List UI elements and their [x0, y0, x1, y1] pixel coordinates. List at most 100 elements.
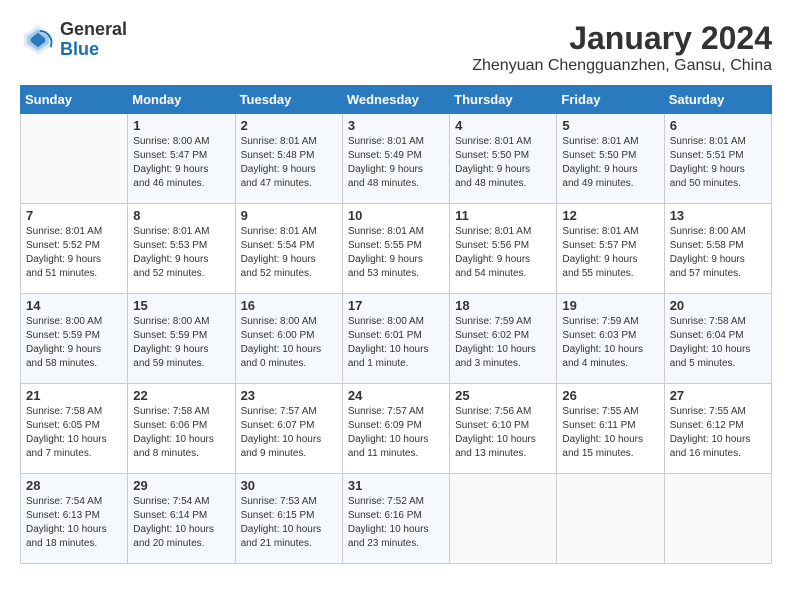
day-detail: Sunrise: 8:01 AMSunset: 5:53 PMDaylight:…	[133, 225, 229, 281]
day-detail: Sunrise: 8:01 AMSunset: 5:50 PMDaylight:…	[455, 135, 551, 191]
day-number: 12	[562, 208, 658, 223]
day-number: 28	[26, 478, 122, 493]
day-number: 4	[455, 118, 551, 133]
calendar-cell: 29Sunrise: 7:54 AMSunset: 6:14 PMDayligh…	[128, 474, 235, 564]
calendar-cell: 25Sunrise: 7:56 AMSunset: 6:10 PMDayligh…	[450, 384, 557, 474]
calendar-week-row: 7Sunrise: 8:01 AMSunset: 5:52 PMDaylight…	[21, 204, 772, 294]
calendar-cell	[557, 474, 664, 564]
calendar-cell: 16 Sunrise: 8:00 AMSunset: 6:00 PMDayligh…	[235, 294, 342, 384]
day-number: 19	[562, 298, 658, 313]
day-number: 18	[455, 298, 551, 313]
day-detail: Sunrise: 7:59 AMSunset: 6:03 PMDaylight:…	[562, 315, 658, 371]
day-detail: Sunrise: 7:59 AMSunset: 6:02 PMDaylight:…	[455, 315, 551, 371]
day-detail: Sunrise: 7:56 AMSunset: 6:10 PMDaylight:…	[455, 405, 551, 461]
day-detail: Sunrise: 7:58 AMSunset: 6:06 PMDaylight:…	[133, 405, 229, 461]
location-subtitle: Zhenyuan Chengguanzhen, Gansu, China	[472, 57, 772, 75]
calendar-cell: 30Sunrise: 7:53 AMSunset: 6:15 PMDayligh…	[235, 474, 342, 564]
logo-text: General Blue	[60, 20, 127, 60]
weekday-header: Sunday	[21, 86, 128, 114]
day-detail: Sunrise: 8:01 AMSunset: 5:50 PMDaylight:…	[562, 135, 658, 191]
day-number: 13	[670, 208, 766, 223]
logo-blue-text: Blue	[60, 39, 99, 59]
day-detail: Sunrise: 7:57 AMSunset: 6:07 PMDaylight:…	[241, 405, 337, 461]
day-number: 11	[455, 208, 551, 223]
weekday-header: Thursday	[450, 86, 557, 114]
calendar-week-row: 28 Sunrise: 7:54 AMSunset: 6:13 PMDayligh…	[21, 474, 772, 564]
calendar-cell: 23 Sunrise: 7:57 AMSunset: 6:07 PMDayligh…	[235, 384, 342, 474]
calendar-cell: 19 Sunrise: 7:59 AMSunset: 6:03 PMDayligh…	[557, 294, 664, 384]
day-number: 2	[241, 118, 337, 133]
calendar-cell: 14 Sunrise: 8:00 AMSunset: 5:59 PMDayligh…	[21, 294, 128, 384]
day-detail: Sunrise: 8:01 AMSunset: 5:52 PMDaylight:…	[26, 225, 122, 281]
calendar-cell	[21, 114, 128, 204]
calendar-cell: 27 Sunrise: 7:55 AMSunset: 6:12 PMDayligh…	[664, 384, 771, 474]
day-number: 6	[670, 118, 766, 133]
calendar-week-row: 21 Sunrise: 7:58 AMSunset: 6:05 PMDayligh…	[21, 384, 772, 474]
day-detail: Sunrise: 8:01 AMSunset: 5:54 PMDaylight:…	[241, 225, 337, 281]
day-number: 1	[133, 118, 229, 133]
calendar-cell: 31Sunrise: 7:52 AMSunset: 6:16 PMDayligh…	[342, 474, 449, 564]
weekday-header: Tuesday	[235, 86, 342, 114]
day-number: 9	[241, 208, 337, 223]
calendar-cell: 15 Sunrise: 8:00 AMSunset: 5:59 PMDayligh…	[128, 294, 235, 384]
calendar-cell	[664, 474, 771, 564]
day-number: 21	[26, 388, 122, 403]
day-detail: Sunrise: 8:00 AMSunset: 6:01 PMDaylight:…	[348, 315, 444, 371]
day-number: 15	[133, 298, 229, 313]
day-detail: Sunrise: 8:00 AMSunset: 6:00 PMDaylight:…	[241, 315, 337, 371]
day-detail: Sunrise: 7:54 AMSunset: 6:14 PMDaylight:…	[133, 495, 229, 551]
day-detail: Sunrise: 7:58 AMSunset: 6:04 PMDaylight:…	[670, 315, 766, 371]
weekday-header: Saturday	[664, 86, 771, 114]
calendar-cell: 9 Sunrise: 8:01 AMSunset: 5:54 PMDaylight…	[235, 204, 342, 294]
calendar-cell: 17 Sunrise: 8:00 AMSunset: 6:01 PMDayligh…	[342, 294, 449, 384]
calendar-cell: 13 Sunrise: 8:00 AMSunset: 5:58 PMDayligh…	[664, 204, 771, 294]
logo-icon	[20, 22, 56, 58]
day-number: 30	[241, 478, 337, 493]
day-number: 27	[670, 388, 766, 403]
calendar-cell: 20Sunrise: 7:58 AMSunset: 6:04 PMDayligh…	[664, 294, 771, 384]
calendar-cell: 1Sunrise: 8:00 AMSunset: 5:47 PMDaylight…	[128, 114, 235, 204]
calendar-cell: 4 Sunrise: 8:01 AMSunset: 5:50 PMDaylight…	[450, 114, 557, 204]
day-detail: Sunrise: 8:01 AMSunset: 5:48 PMDaylight:…	[241, 135, 337, 191]
weekday-header: Friday	[557, 86, 664, 114]
calendar-cell: 22 Sunrise: 7:58 AMSunset: 6:06 PMDayligh…	[128, 384, 235, 474]
calendar-table: SundayMondayTuesdayWednesdayThursdayFrid…	[20, 85, 772, 564]
day-number: 14	[26, 298, 122, 313]
day-detail: Sunrise: 8:01 AMSunset: 5:56 PMDaylight:…	[455, 225, 551, 281]
calendar-cell: 3Sunrise: 8:01 AMSunset: 5:49 PMDaylight…	[342, 114, 449, 204]
day-detail: Sunrise: 8:00 AMSunset: 5:59 PMDaylight:…	[133, 315, 229, 371]
calendar-week-row: 1Sunrise: 8:00 AMSunset: 5:47 PMDaylight…	[21, 114, 772, 204]
day-detail: Sunrise: 8:00 AMSunset: 5:59 PMDaylight:…	[26, 315, 122, 371]
day-detail: Sunrise: 8:00 AMSunset: 5:58 PMDaylight:…	[670, 225, 766, 281]
day-number: 16	[241, 298, 337, 313]
weekday-header: Wednesday	[342, 86, 449, 114]
day-detail: Sunrise: 7:58 AMSunset: 6:05 PMDaylight:…	[26, 405, 122, 461]
calendar-cell: 11 Sunrise: 8:01 AMSunset: 5:56 PMDayligh…	[450, 204, 557, 294]
day-number: 22	[133, 388, 229, 403]
calendar-cell: 5Sunrise: 8:01 AMSunset: 5:50 PMDaylight…	[557, 114, 664, 204]
day-number: 24	[348, 388, 444, 403]
calendar-cell: 7Sunrise: 8:01 AMSunset: 5:52 PMDaylight…	[21, 204, 128, 294]
day-detail: Sunrise: 7:55 AMSunset: 6:12 PMDaylight:…	[670, 405, 766, 461]
day-number: 10	[348, 208, 444, 223]
month-title: January 2024	[472, 20, 772, 57]
day-detail: Sunrise: 7:54 AMSunset: 6:13 PMDaylight:…	[26, 495, 122, 551]
calendar-cell: 10 Sunrise: 8:01 AMSunset: 5:55 PMDayligh…	[342, 204, 449, 294]
calendar-cell: 26Sunrise: 7:55 AMSunset: 6:11 PMDayligh…	[557, 384, 664, 474]
page-header: General Blue January 2024 Zhenyuan Cheng…	[20, 20, 772, 75]
day-detail: Sunrise: 8:01 AMSunset: 5:51 PMDaylight:…	[670, 135, 766, 191]
calendar-cell: 21 Sunrise: 7:58 AMSunset: 6:05 PMDayligh…	[21, 384, 128, 474]
calendar-week-row: 14 Sunrise: 8:00 AMSunset: 5:59 PMDayligh…	[21, 294, 772, 384]
day-number: 26	[562, 388, 658, 403]
day-detail: Sunrise: 8:01 AMSunset: 5:49 PMDaylight:…	[348, 135, 444, 191]
day-number: 31	[348, 478, 444, 493]
day-detail: Sunrise: 7:57 AMSunset: 6:09 PMDaylight:…	[348, 405, 444, 461]
calendar-cell: 12Sunrise: 8:01 AMSunset: 5:57 PMDayligh…	[557, 204, 664, 294]
calendar-cell: 18 Sunrise: 7:59 AMSunset: 6:02 PMDayligh…	[450, 294, 557, 384]
calendar-cell: 2 Sunrise: 8:01 AMSunset: 5:48 PMDaylight…	[235, 114, 342, 204]
day-detail: Sunrise: 8:01 AMSunset: 5:55 PMDaylight:…	[348, 225, 444, 281]
day-number: 17	[348, 298, 444, 313]
day-number: 23	[241, 388, 337, 403]
title-block: January 2024 Zhenyuan Chengguanzhen, Gan…	[472, 20, 772, 75]
calendar-cell	[450, 474, 557, 564]
